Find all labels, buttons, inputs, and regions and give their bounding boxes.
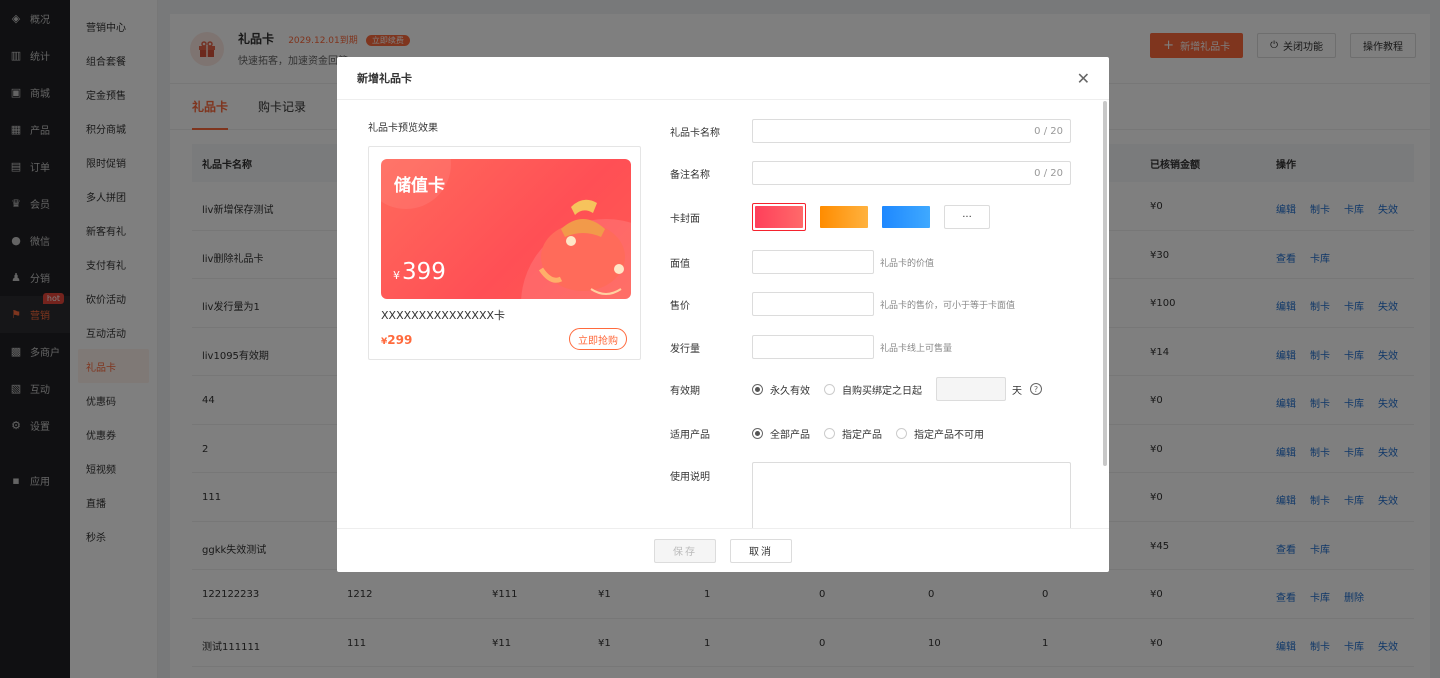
validity-unit: 天	[1012, 385, 1022, 397]
add-gift-card-dialog: 新增礼品卡 ✕ 礼品卡预览效果 储值卡 ¥399 XXXXXXXXXXXXXXX…	[337, 57, 1109, 572]
name-input[interactable]: 0 / 20	[752, 119, 1071, 143]
name-label: 礼品卡名称	[670, 127, 720, 139]
validity-days-radio[interactable]: 自购买绑定之日起	[824, 382, 922, 397]
product-all-label: 全部产品	[770, 430, 810, 441]
description-textarea[interactable]	[752, 462, 1071, 528]
face-value-label: 面值	[670, 258, 690, 270]
help-icon[interactable]: ?	[1030, 383, 1042, 395]
product-label: 适用产品	[670, 430, 710, 441]
radio-unchecked	[824, 428, 835, 439]
issue-hint: 礼品卡线上可售量	[880, 343, 953, 354]
card-preview: 储值卡 ¥399 XXXXXXXXXXXXXXX卡 ¥299 立即抢购	[368, 146, 641, 360]
validity-label: 有效期	[670, 385, 700, 397]
lucky-bag-icon	[531, 189, 631, 299]
price-label: 售价	[670, 300, 690, 312]
cover-swatch-orange[interactable]	[820, 206, 868, 228]
save-button[interactable]: 保存	[654, 538, 716, 563]
product-all-radio[interactable]: 全部产品	[752, 426, 810, 441]
remark-label: 备注名称	[670, 169, 710, 181]
cover-more-button[interactable]: ···	[944, 205, 990, 229]
preview-label: 礼品卡预览效果	[368, 123, 438, 134]
sell-price: 299	[387, 333, 413, 347]
product-specified-label: 指定产品	[842, 430, 882, 441]
face-value-hint: 礼品卡的价值	[880, 258, 935, 269]
remark-counter: 0 / 20	[1034, 167, 1063, 179]
card-currency: ¥	[393, 269, 400, 282]
card-value: 399	[402, 259, 446, 285]
radio-unchecked	[824, 383, 835, 395]
validity-days-input[interactable]	[936, 377, 1006, 401]
cover-label: 卡封面	[670, 213, 700, 225]
radio-checked	[752, 383, 763, 395]
card-name: XXXXXXXXXXXXXXX卡	[381, 309, 506, 322]
card-title: 储值卡	[394, 176, 445, 196]
product-excluded-radio[interactable]: 指定产品不可用	[896, 426, 984, 441]
dialog-title: 新增礼品卡	[337, 57, 1109, 100]
product-excluded-label: 指定产品不可用	[914, 430, 984, 441]
issue-label: 发行量	[670, 343, 700, 355]
validity-days-label: 自购买绑定之日起	[842, 385, 922, 397]
buy-now-button[interactable]: 立即抢购	[569, 328, 627, 350]
cancel-button[interactable]: 取消	[730, 538, 792, 563]
product-specified-radio[interactable]: 指定产品	[824, 426, 882, 441]
radio-unchecked	[896, 428, 907, 439]
validity-permanent-label: 永久有效	[770, 385, 810, 397]
remark-input[interactable]: 0 / 20	[752, 161, 1071, 185]
radio-checked	[752, 428, 763, 439]
price-hint: 礼品卡的售价，可小于等于卡面值	[880, 300, 1016, 311]
dialog-body: 礼品卡预览效果 储值卡 ¥399 XXXXXXXXXXXXXXX卡 ¥299 立…	[337, 101, 1109, 528]
face-value-input[interactable]	[752, 250, 874, 274]
cover-swatch-red[interactable]	[752, 203, 806, 231]
issue-input[interactable]	[752, 335, 874, 359]
name-counter: 0 / 20	[1034, 125, 1063, 137]
price-input[interactable]	[752, 292, 874, 316]
dialog-footer: 保存 取消	[337, 528, 1109, 572]
close-icon[interactable]: ✕	[1077, 69, 1090, 88]
validity-permanent-radio[interactable]: 永久有效	[752, 382, 810, 397]
gift-card-visual: 储值卡 ¥399	[381, 159, 631, 299]
red-swatch	[755, 206, 803, 228]
cover-swatch-blue[interactable]	[882, 206, 930, 228]
description-label: 使用说明	[670, 472, 710, 483]
